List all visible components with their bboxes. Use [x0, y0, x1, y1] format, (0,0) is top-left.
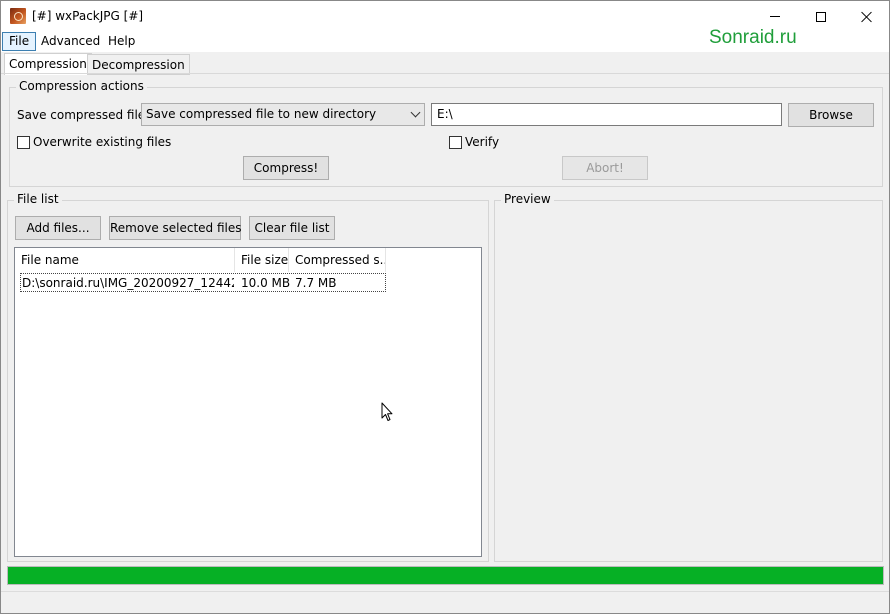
overwrite-label: Overwrite existing files [33, 135, 172, 149]
preview-group: Preview [494, 192, 883, 562]
menu-file[interactable]: File [2, 32, 37, 51]
file-list-title: File list [14, 192, 62, 206]
add-files-button[interactable]: Add files... [15, 216, 101, 240]
close-icon [861, 11, 873, 23]
app-window: [#] wxPackJPG [#] File Advanced Help Son… [0, 0, 890, 614]
tab-divider [1, 73, 889, 74]
column-header-compressed-size[interactable]: Compressed s... [289, 248, 386, 272]
compressed-size-cell: 7.7 MB [295, 276, 337, 290]
column-header-file-size[interactable]: File size [235, 248, 289, 272]
file-name-cell: D:\sonraid.ru\IMG_20200927_124421.jpg [22, 276, 234, 290]
column-header-file-name[interactable]: File name [15, 248, 235, 272]
overwrite-checkbox-box[interactable] [17, 135, 30, 149]
file-list-view[interactable]: File name File size Compressed s... D:\s… [14, 247, 482, 557]
menu-help[interactable]: Help [102, 32, 141, 51]
progress-fill [8, 567, 883, 584]
verify-checkbox-box[interactable] [449, 135, 462, 149]
mouse-pointer-icon [381, 402, 393, 421]
maximize-button[interactable] [798, 1, 844, 32]
output-directory-input[interactable]: E:\ [431, 103, 782, 126]
progress-bar [7, 566, 884, 585]
file-size-cell: 10.0 MB [241, 276, 291, 290]
clear-file-list-button[interactable]: Clear file list [249, 216, 335, 240]
save-files-label: Save compressed files: [17, 108, 156, 122]
window-title: [#] wxPackJPG [#] [32, 9, 144, 23]
compression-actions-title: Compression actions [16, 79, 147, 93]
minimize-icon [770, 16, 780, 17]
close-button[interactable] [844, 1, 890, 32]
watermark-text: Sonraid.ru [709, 27, 797, 48]
verify-checkbox[interactable]: Verify [449, 135, 499, 149]
menu-advanced[interactable]: Advanced [35, 32, 106, 51]
abort-button[interactable]: Abort! [562, 156, 648, 180]
overwrite-checkbox[interactable]: Overwrite existing files [17, 135, 171, 149]
preview-title: Preview [501, 192, 554, 206]
table-row[interactable]: D:\sonraid.ru\IMG_20200927_124421.jpg 10… [20, 273, 386, 292]
file-list-header: File name File size Compressed s... [15, 248, 481, 272]
chevron-down-icon [412, 112, 420, 120]
verify-label: Verify [465, 135, 500, 149]
status-bar [1, 591, 889, 613]
save-mode-select[interactable]: Save compressed file to new directory [141, 103, 425, 126]
tab-strip: Compression Decompression [1, 52, 889, 75]
save-mode-value: Save compressed file to new directory [146, 107, 377, 121]
browse-button[interactable]: Browse [788, 103, 874, 127]
tab-compression[interactable]: Compression [4, 53, 92, 75]
tab-decompression[interactable]: Decompression [87, 54, 190, 75]
wxpackjpg-app-icon[interactable] [10, 8, 26, 24]
remove-selected-button[interactable]: Remove selected files [109, 216, 242, 240]
maximize-icon [816, 11, 826, 22]
compress-button[interactable]: Compress! [243, 156, 329, 180]
